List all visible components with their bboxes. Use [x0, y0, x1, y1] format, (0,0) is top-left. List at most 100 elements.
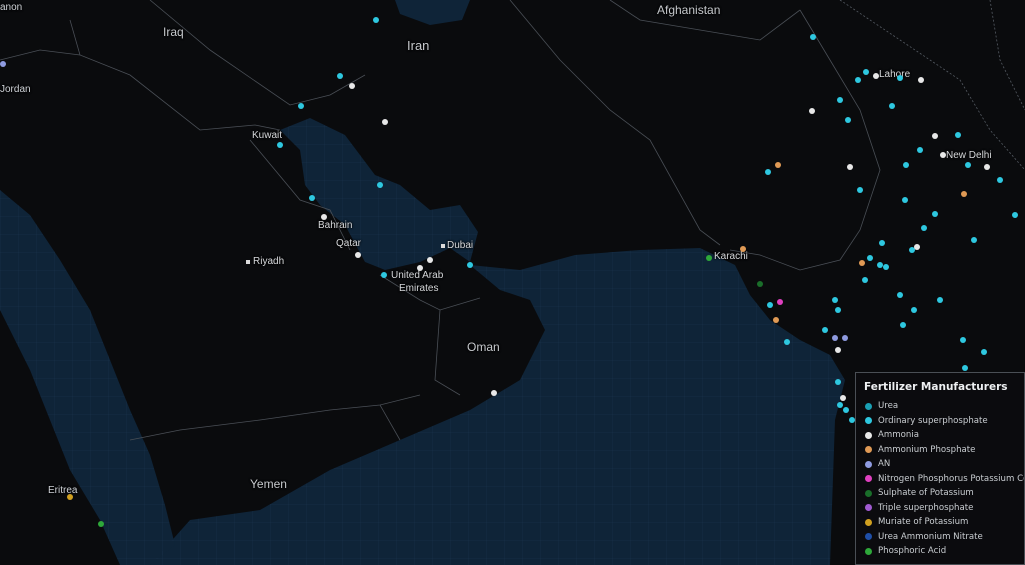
label-oman: Oman [467, 340, 500, 354]
facility-marker[interactable] [879, 240, 885, 246]
facility-marker[interactable] [955, 132, 961, 138]
facility-marker[interactable] [961, 191, 967, 197]
facility-marker[interactable] [897, 75, 903, 81]
facility-marker[interactable] [911, 307, 917, 313]
facility-marker[interactable] [427, 257, 433, 263]
facility-marker[interactable] [832, 297, 838, 303]
facility-marker[interactable] [889, 103, 895, 109]
legend-item[interactable]: Muriate of Potassium [865, 515, 1024, 530]
facility-marker[interactable] [309, 195, 315, 201]
facility-marker[interactable] [900, 322, 906, 328]
facility-marker[interactable] [773, 317, 779, 323]
label-bahrain: Bahrain [318, 220, 353, 231]
facility-marker[interactable] [932, 133, 938, 139]
label-afghanistan: Afghanistan [657, 3, 721, 17]
facility-marker[interactable] [855, 77, 861, 83]
facility-marker[interactable] [321, 214, 327, 220]
facility-marker[interactable] [835, 307, 841, 313]
facility-marker[interactable] [984, 164, 990, 170]
facility-marker[interactable] [965, 162, 971, 168]
facility-marker[interactable] [777, 299, 783, 305]
facility-marker[interactable] [67, 494, 73, 500]
legend-item[interactable]: Triple superphosphate [865, 501, 1024, 516]
facility-marker[interactable] [847, 164, 853, 170]
facility-marker[interactable] [873, 73, 879, 79]
facility-marker[interactable] [960, 337, 966, 343]
facility-marker[interactable] [809, 108, 815, 114]
legend-item[interactable]: Phosphoric Acid [865, 544, 1024, 559]
facility-marker[interactable] [867, 255, 873, 261]
facility-marker[interactable] [971, 237, 977, 243]
facility-marker[interactable] [843, 407, 849, 413]
facility-marker[interactable] [706, 255, 712, 261]
facility-marker[interactable] [835, 347, 841, 353]
legend-item[interactable]: Nitrogen Phosphorus Potassium Compound [865, 472, 1024, 487]
facility-marker[interactable] [840, 395, 846, 401]
facility-marker[interactable] [377, 182, 383, 188]
facility-marker[interactable] [862, 277, 868, 283]
label-eritrea: Eritrea [48, 485, 78, 496]
facility-marker[interactable] [962, 365, 968, 371]
legend-swatch-icon [865, 489, 872, 497]
facility-marker[interactable] [857, 187, 863, 193]
facility-marker[interactable] [883, 264, 889, 270]
facility-marker[interactable] [355, 252, 361, 258]
facility-marker[interactable] [765, 169, 771, 175]
facility-marker[interactable] [784, 339, 790, 345]
map-canvas[interactable]: anon Jordan Iraq Iran Afghanistan Kuwait… [0, 0, 1025, 565]
facility-marker[interactable] [937, 297, 943, 303]
label-uae-line2: Emirates [399, 283, 439, 294]
facility-marker[interactable] [859, 260, 865, 266]
facility-marker[interactable] [491, 390, 497, 396]
facility-marker[interactable] [740, 246, 746, 252]
facility-marker[interactable] [903, 162, 909, 168]
facility-marker[interactable] [810, 34, 816, 40]
facility-marker[interactable] [845, 117, 851, 123]
facility-marker[interactable] [940, 152, 946, 158]
legend-item[interactable]: Urea Ammonium Nitrate [865, 530, 1024, 545]
facility-marker[interactable] [832, 335, 838, 341]
facility-marker[interactable] [863, 69, 869, 75]
facility-marker[interactable] [897, 292, 903, 298]
facility-marker[interactable] [0, 61, 6, 67]
facility-marker[interactable] [981, 349, 987, 355]
legend-item-label: Phosphoric Acid [878, 546, 947, 557]
facility-marker[interactable] [835, 379, 841, 385]
facility-marker[interactable] [837, 402, 843, 408]
facility-marker[interactable] [98, 521, 104, 527]
legend-item-label: Urea [878, 401, 899, 412]
facility-marker[interactable] [417, 265, 423, 271]
legend-item[interactable]: Ammonia [865, 428, 1024, 443]
legend-item-label: AN [878, 459, 891, 470]
facility-marker[interactable] [775, 162, 781, 168]
label-karachi: Karachi [714, 251, 748, 262]
facility-marker[interactable] [921, 225, 927, 231]
facility-marker[interactable] [337, 73, 343, 79]
facility-marker[interactable] [277, 142, 283, 148]
facility-marker[interactable] [349, 83, 355, 89]
facility-marker[interactable] [822, 327, 828, 333]
facility-marker[interactable] [757, 281, 763, 287]
legend-item[interactable]: Urea [865, 399, 1024, 414]
facility-marker[interactable] [918, 77, 924, 83]
legend-item[interactable]: Ordinary superphosphate [865, 414, 1024, 429]
facility-marker[interactable] [298, 103, 304, 109]
facility-marker[interactable] [467, 262, 473, 268]
label-kuwait: Kuwait [252, 130, 283, 141]
facility-marker[interactable] [382, 119, 388, 125]
legend-item[interactable]: Sulphate of Potassium [865, 486, 1024, 501]
legend-item[interactable]: Ammonium Phosphate [865, 443, 1024, 458]
facility-marker[interactable] [914, 244, 920, 250]
facility-marker[interactable] [842, 335, 848, 341]
facility-marker[interactable] [917, 147, 923, 153]
facility-marker[interactable] [837, 97, 843, 103]
facility-marker[interactable] [902, 197, 908, 203]
facility-marker[interactable] [373, 17, 379, 23]
facility-marker[interactable] [381, 272, 387, 278]
facility-marker[interactable] [1012, 212, 1018, 218]
facility-marker[interactable] [932, 211, 938, 217]
facility-marker[interactable] [767, 302, 773, 308]
legend-item[interactable]: AN [865, 457, 1024, 472]
label-lahore: Lahore [879, 69, 911, 80]
facility-marker[interactable] [997, 177, 1003, 183]
